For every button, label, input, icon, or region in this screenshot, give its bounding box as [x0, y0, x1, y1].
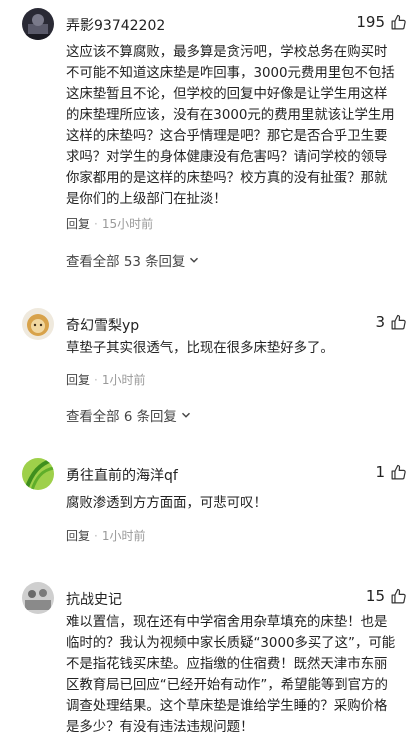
separator-dot: · [94, 372, 98, 387]
avatar[interactable] [22, 308, 54, 340]
separator-dot: · [94, 528, 98, 543]
like-count: 1 [375, 463, 385, 481]
comment-meta: 回复 · 1小时前 [66, 527, 145, 544]
comment-meta: 回复 · 1小时前 [66, 371, 145, 388]
thumbs-up-icon [391, 588, 406, 603]
avatar[interactable] [22, 458, 54, 490]
comment-username[interactable]: 抗战史记 [66, 589, 122, 609]
comment-username[interactable]: 勇往直前的海洋qf [66, 465, 178, 485]
view-all-replies-button[interactable]: 查看全部 6 条回复 [66, 405, 191, 425]
comment-text: 难以置信，现在还有中学宿舍用杂草填充的床垫！也是临时的？我认为视频中家长质疑“3… [66, 615, 396, 735]
comment-username[interactable]: 弄影93742202 [66, 15, 165, 35]
like-count: 3 [375, 313, 385, 331]
view-all-replies-button[interactable]: 查看全部 53 条回复 [66, 250, 199, 270]
thumbs-up-icon [391, 314, 406, 329]
like-button[interactable]: 3 [375, 313, 407, 331]
like-count: 15 [365, 587, 385, 605]
avatar[interactable] [22, 582, 54, 614]
like-count: 195 [356, 13, 385, 31]
comment-text: 草垫子其实很透气，比现在很多床垫好多了。 [66, 341, 334, 356]
chevron-down-icon [181, 412, 190, 418]
avatar[interactable] [22, 8, 54, 40]
reply-button[interactable]: 回复 [66, 527, 90, 544]
comment-time: 1小时前 [101, 373, 146, 387]
view-all-replies-label: 查看全部 53 条回复 [66, 255, 186, 270]
chevron-down-icon [190, 257, 199, 263]
separator-dot: · [94, 216, 98, 231]
comment-meta: 回复 · 15小时前 [66, 215, 153, 232]
like-button[interactable]: 195 [356, 13, 407, 31]
view-all-replies-label: 查看全部 6 条回复 [66, 410, 177, 425]
like-button[interactable]: 15 [366, 587, 407, 605]
comment-time: 15小时前 [101, 217, 154, 231]
comment-username[interactable]: 奇幻雪梨yp [66, 315, 139, 335]
reply-button[interactable]: 回复 [66, 215, 90, 232]
thumbs-up-icon [391, 14, 406, 29]
like-button[interactable]: 1 [375, 463, 407, 481]
comment-time: 1小时前 [101, 529, 146, 543]
thumbs-up-icon [391, 464, 406, 479]
comment-text: 这应该不算腐败，最多算是贪污吧，学校总务在购买时不可能不知道这床垫是咋回事，30… [66, 45, 395, 207]
comment-text: 腐败渗透到方方面面，可悲可叹！ [66, 496, 267, 511]
reply-button[interactable]: 回复 [66, 371, 90, 388]
